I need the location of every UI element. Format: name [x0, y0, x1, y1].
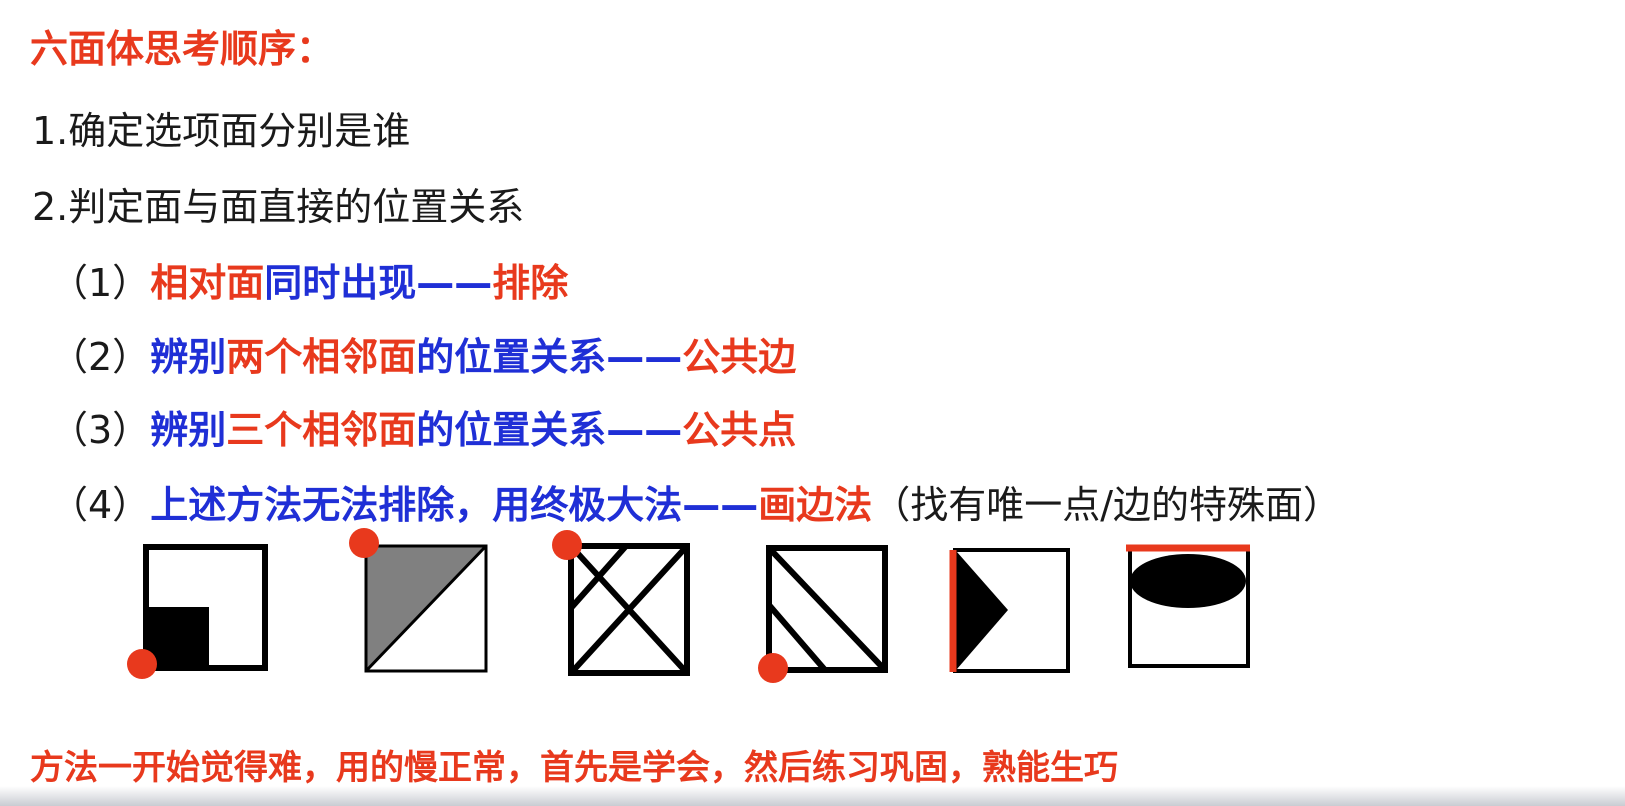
bottom-shadow-bar: [0, 786, 1625, 806]
figure-half-gray: [349, 528, 488, 673]
marker-dot: [349, 528, 379, 558]
figure-double-diagonal: [758, 545, 888, 683]
figure-cross-lines: [552, 530, 690, 676]
marker-dot: [127, 649, 157, 679]
face-figures: [127, 528, 1250, 683]
figure-triangle-right: [949, 548, 1070, 673]
figure-ellipse-top: [1126, 544, 1250, 668]
footer-note: 方法一开始觉得难，用的慢正常，首先是学会，然后练习巩固，熟能生巧: [30, 748, 1118, 788]
figure-corner-square: [127, 544, 268, 679]
marker-dot: [758, 653, 788, 683]
marker-dot: [552, 530, 582, 560]
